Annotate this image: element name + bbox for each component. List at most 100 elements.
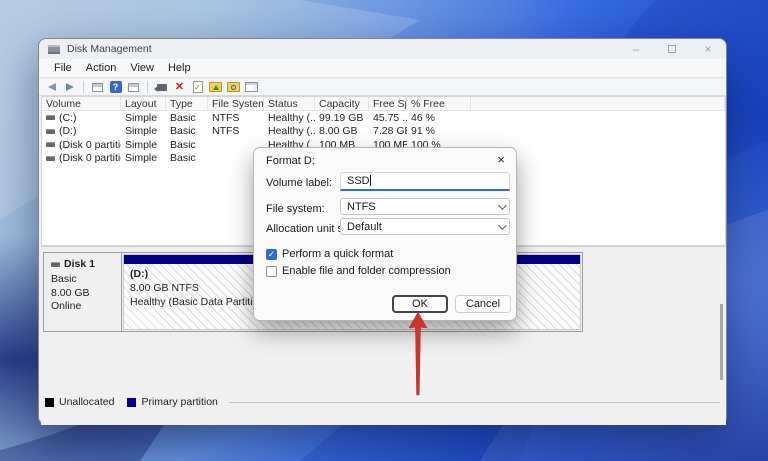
volume-list-header: Volume Layout Type File System Status Ca… <box>42 97 725 111</box>
column-header-filler <box>471 97 725 110</box>
file-system-select[interactable]: NTFS <box>340 198 510 215</box>
details-button[interactable] <box>244 80 259 94</box>
legend-unallocated-label: Unallocated <box>59 396 114 408</box>
checkbox-unchecked-icon[interactable] <box>266 266 277 277</box>
file-system-label: File system: <box>266 203 325 215</box>
cell-type: Basic <box>166 112 208 124</box>
cell-volume: (D:) <box>59 125 77 137</box>
menu-view[interactable]: View <box>123 62 161 74</box>
minimize-button[interactable]: – <box>618 39 654 59</box>
properties-check-icon: ✓ <box>193 81 203 93</box>
quick-format-checkbox-row[interactable]: ✓ Perform a quick format <box>266 248 393 260</box>
disk-name: Disk 1 <box>64 258 95 270</box>
back-button[interactable] <box>44 80 59 94</box>
cancel-button[interactable]: Cancel <box>455 295 511 313</box>
cell-layout: Simple <box>121 112 166 124</box>
menu-file[interactable]: File <box>47 62 79 74</box>
back-icon <box>48 83 56 91</box>
disk-size: 8.00 GB <box>51 287 121 299</box>
file-system-value: NTFS <box>347 201 376 213</box>
allocation-unit-value: Default <box>347 221 382 233</box>
forward-icon <box>66 83 74 91</box>
volume-icon <box>46 142 55 147</box>
volume-label-input[interactable]: SSD <box>340 172 510 191</box>
cell-type: Basic <box>166 152 208 164</box>
window-title: Disk Management <box>67 43 152 55</box>
help-icon: ? <box>110 81 122 93</box>
column-header-status[interactable]: Status <box>264 97 315 110</box>
menubar: File Action View Help <box>39 59 726 78</box>
disk-management-app-icon <box>48 45 60 54</box>
column-header-layout[interactable]: Layout <box>121 97 166 110</box>
action-popup-button[interactable] <box>154 80 169 94</box>
primary-partition-swatch <box>127 398 136 407</box>
text-caret <box>370 175 371 186</box>
column-header-filesystem[interactable]: File System <box>208 97 264 110</box>
disk-icon <box>51 262 60 267</box>
console-tree-button[interactable] <box>90 80 105 94</box>
delete-volume-button[interactable]: ✕ <box>172 80 187 94</box>
explore-folder-icon <box>227 82 240 92</box>
compression-checkbox-row[interactable]: Enable file and folder compression <box>266 265 451 277</box>
allocation-unit-select[interactable]: Default <box>340 218 510 235</box>
unallocated-swatch <box>45 398 54 407</box>
action-popup-icon <box>157 84 167 91</box>
column-header-type[interactable]: Type <box>166 97 208 110</box>
cell-capacity: 8.00 GB <box>315 125 369 137</box>
cell-volume: (Disk 0 partition... <box>59 152 121 164</box>
dialog-close-button[interactable]: × <box>497 152 505 167</box>
menu-action[interactable]: Action <box>79 62 124 74</box>
cell-volume: (Disk 0 partition... <box>59 139 121 151</box>
menu-help[interactable]: Help <box>161 62 198 74</box>
open-folder-icon <box>209 82 222 92</box>
table-row[interactable]: (D:) Simple Basic NTFS Healthy (... 8.00… <box>42 125 725 139</box>
cell-filesystem: NTFS <box>208 112 264 124</box>
legend-primary-label: Primary partition <box>141 396 217 408</box>
legend-divider <box>229 402 720 403</box>
annotation-arrow <box>404 311 432 397</box>
toolbar-separator <box>147 81 148 93</box>
volume-icon <box>46 156 55 161</box>
cell-status: Healthy (... <box>264 112 315 124</box>
column-header-freespace[interactable]: Free Sp... <box>369 97 407 110</box>
explore-folder-button[interactable] <box>226 80 241 94</box>
properties-button[interactable]: ✓ <box>190 80 205 94</box>
cell-status: Healthy (... <box>264 125 315 137</box>
details-icon <box>245 82 258 92</box>
titlebar: Disk Management – × <box>39 39 726 59</box>
cell-layout: Simple <box>121 125 166 137</box>
disk-status: Online <box>51 300 121 312</box>
chevron-down-icon <box>498 221 506 229</box>
cell-freespace: 45.75 ... <box>369 112 407 124</box>
cell-filesystem: NTFS <box>208 125 264 137</box>
close-button[interactable]: × <box>690 39 726 59</box>
cell-percentfree: 46 % <box>407 112 471 124</box>
toolbar: ? ✕ ✓ <box>39 79 726 96</box>
legend: Unallocated Primary partition <box>45 396 720 408</box>
disk-type: Basic <box>51 273 121 285</box>
cell-type: Basic <box>166 125 208 137</box>
open-folder-button[interactable] <box>208 80 223 94</box>
column-header-volume[interactable]: Volume <box>42 97 121 110</box>
dialog-title: Format D: <box>266 155 315 167</box>
format-dialog: Format D: × Volume label: SSD File syste… <box>253 147 517 321</box>
disk1-header[interactable]: Disk 1 Basic 8.00 GB Online <box>44 253 122 331</box>
cell-capacity: 99.19 GB <box>315 112 369 124</box>
help-button[interactable]: ? <box>108 80 123 94</box>
window-controls: – × <box>618 39 726 59</box>
show-hide-pane-button[interactable] <box>126 80 141 94</box>
console-tree-icon <box>92 83 103 92</box>
column-header-percentfree[interactable]: % Free <box>407 97 471 110</box>
vertical-scrollbar-thumb[interactable] <box>720 304 723 380</box>
checkbox-checked-icon[interactable]: ✓ <box>266 249 277 260</box>
volume-icon <box>46 129 55 134</box>
disk-management-window: Disk Management – × File Action View Hel… <box>38 38 727 425</box>
forward-button[interactable] <box>62 80 77 94</box>
cell-percentfree: 91 % <box>407 125 471 137</box>
cell-layout: Simple <box>121 139 166 151</box>
delete-volume-icon: ✕ <box>175 82 184 93</box>
column-header-capacity[interactable]: Capacity <box>315 97 369 110</box>
table-row[interactable]: (C:) Simple Basic NTFS Healthy (... 99.1… <box>42 111 725 125</box>
maximize-button[interactable] <box>654 39 690 59</box>
cell-type: Basic <box>166 139 208 151</box>
